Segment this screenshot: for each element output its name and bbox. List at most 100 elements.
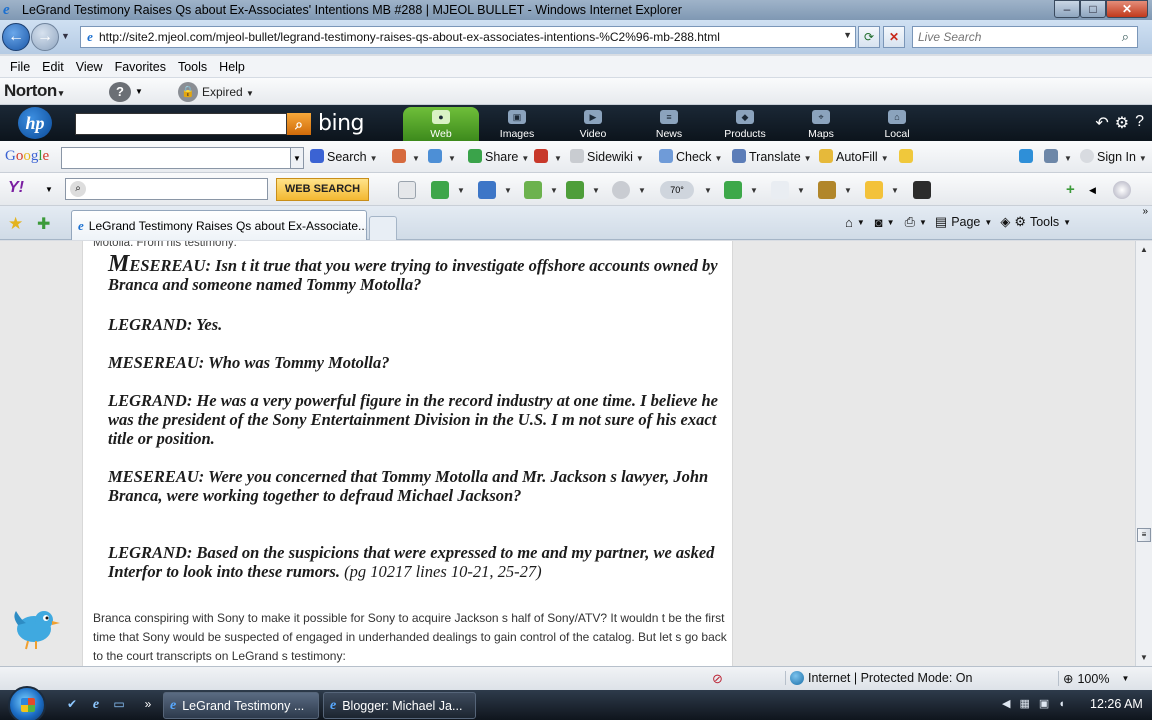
ie-quicklaunch-icon[interactable]: e [88,697,104,713]
norton-logo[interactable]: Norton ▾ [4,81,63,101]
refresh-button[interactable]: ⟳ [858,26,880,48]
scroll-up-icon[interactable]: ▲ [1140,245,1148,254]
chevron-down-icon[interactable]: ▼ [457,186,465,195]
bing-tab-web[interactable]: ● Web [403,107,479,141]
finance-icon[interactable] [818,181,836,199]
menu-tools[interactable]: Tools [172,60,213,74]
twitter-bird-icon[interactable] [10,603,62,653]
menu-edit[interactable]: Edit [36,60,70,74]
bing-tab-images[interactable]: ▣ Images [479,107,555,141]
undo-icon[interactable]: ↶ [1095,113,1108,133]
menu-help[interactable]: Help [213,60,251,74]
yahoo-search-input[interactable] [88,179,266,199]
amazon-icon[interactable] [913,181,931,199]
bing-tab-news[interactable]: ≡ News [631,107,707,141]
new-tab-button[interactable] [369,216,397,240]
menu-favorites[interactable]: Favorites [109,60,172,74]
rss-icon[interactable]: ◙ [875,215,883,230]
menu-view[interactable]: View [70,60,109,74]
bing-tab-products[interactable]: ◆ Products [707,107,783,141]
chevron-down-icon[interactable]: ▼ [797,186,805,195]
wifi-button[interactable] [1019,149,1036,164]
tools-menu[interactable]: Tools [1030,215,1059,229]
yahoo-logo[interactable]: Y! [8,179,24,197]
tab-active[interactable]: e LeGrand Testimony Raises Qs about Ex-A… [71,210,367,240]
bing-tab-local[interactable]: ⌂ Local [859,107,935,141]
pencil-icon[interactable] [398,181,416,199]
google-logo[interactable]: Google [5,148,49,165]
chevron-more-icon[interactable]: » [1142,206,1148,217]
wrench-button[interactable]: ▼ [1044,149,1072,164]
chevron-down-icon[interactable]: ▼ [984,218,992,227]
google-search-input[interactable] [62,148,288,168]
clock[interactable]: 12:26 AM [1090,697,1143,711]
chevron-down-icon[interactable]: ▼ [887,218,895,227]
chevron-down-icon[interactable]: ▼ [704,186,712,195]
favorites-star-icon[interactable]: ★ [8,214,23,234]
check-button[interactable]: Check ▼ [659,149,722,164]
chevron-down-icon[interactable]: ▼ [45,185,53,194]
url-input[interactable] [99,30,839,44]
maximize-button[interactable]: □ [1080,0,1106,18]
taskbar-item-ie[interactable]: e LeGrand Testimony ... [163,692,319,719]
web-search-button[interactable]: WEB SEARCH [276,178,369,201]
search-icon[interactable]: ⌕ [1122,29,1129,45]
chevron-down-icon[interactable]: ▼ [919,218,927,227]
chevron-down-icon[interactable]: ▼ [504,186,512,195]
bing-tab-video[interactable]: ▶ Video [555,107,631,141]
share-button[interactable]: Share ▼ [468,149,529,164]
gear-icon[interactable] [1113,181,1131,199]
page-menu[interactable]: Page [951,215,980,229]
home-icon[interactable]: ⌂ [845,215,853,230]
address-dropdown-icon[interactable]: ▼ [843,30,852,40]
sidewiki-button[interactable]: Sidewiki ▼ [570,149,644,164]
switch-windows-icon[interactable]: ▭ [111,697,127,713]
plus-icon[interactable]: + [1066,181,1084,199]
menu-file[interactable]: File [4,60,36,74]
add-button[interactable]: ▼ [428,149,456,164]
sign-in-button[interactable]: Sign In ▼ [1080,149,1147,164]
monitor-icon[interactable]: ▣ [1039,697,1049,710]
security-zone[interactable]: Internet | Protected Mode: On [785,671,972,685]
weather-icon[interactable]: 70° [660,181,694,199]
chevron-down-icon[interactable]: ▼ [550,186,558,195]
highlight-button[interactable] [899,149,916,164]
add-favorites-icon[interactable]: ✚ [37,214,50,234]
chevron-down-icon[interactable]: ▼ [750,186,758,195]
ebay-icon[interactable] [865,181,883,199]
safety-icon[interactable]: ◈ [1000,214,1010,230]
chevron-down-icon[interactable]: ▼ [135,87,143,96]
quicklaunch-more-icon[interactable]: » [140,697,156,713]
chevron-down-icon[interactable]: ▼ [290,147,304,169]
bookmarks-button[interactable]: ▼ [392,149,420,164]
volume-icon[interactable]: ◖ [1058,698,1065,710]
yahoo-search-box[interactable]: ⌕ [65,178,268,200]
google-search-button[interactable]: Search ▼ [310,149,378,164]
gear-icon[interactable]: ⚙ [1115,113,1129,133]
help-icon[interactable]: ? [1135,113,1144,133]
live-search-input[interactable] [913,27,1103,47]
address-bar[interactable]: e ▼ [80,26,856,48]
bing-search-input[interactable] [76,114,284,134]
bing-search-button[interactable]: ⌕ [287,113,311,135]
asterisk-icon[interactable] [431,181,449,199]
chevron-down-icon[interactable]: ▼ [638,186,646,195]
bing-search-box[interactable] [75,113,287,135]
stop-button[interactable]: ✕ [883,26,905,48]
chevron-left-icon[interactable]: ◀ [1089,181,1107,199]
chevron-down-icon[interactable]: ▼ [592,186,600,195]
translate-button[interactable]: Translate ▼ [732,149,812,164]
share-icon[interactable] [566,181,584,199]
autofill-button[interactable]: AutoFill ▼ [819,149,889,164]
mail-icon[interactable] [478,181,496,199]
radio-icon[interactable] [724,181,742,199]
google-search-box[interactable] [61,147,291,169]
print-icon[interactable]: ⎙ [905,214,915,230]
zoom-control[interactable]: ⊕ 100% ▼ [1058,671,1129,686]
taskbar-item-blogger[interactable]: e Blogger: Michael Ja... [323,692,476,719]
forward-button[interactable]: → [31,23,59,51]
show-desktop-icon[interactable]: ✔ [64,697,80,713]
help-icon[interactable]: ? [109,82,131,102]
norton-status[interactable]: Expired ▼ [202,85,254,99]
popup-blocked-icon[interactable]: ⊘ [712,671,723,687]
